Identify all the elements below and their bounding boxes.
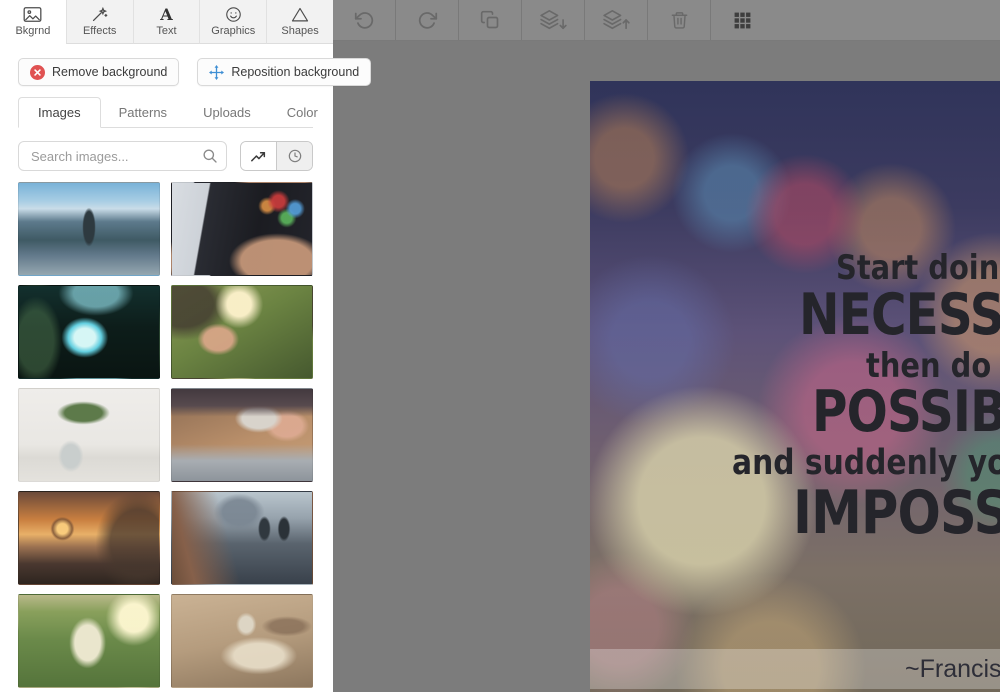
tab-text-label: Text xyxy=(156,25,177,37)
search-box xyxy=(18,141,227,171)
layers-up-icon xyxy=(603,10,630,30)
bring-forward-button[interactable] xyxy=(585,0,648,40)
layers-down-icon xyxy=(540,10,567,30)
triangle-icon xyxy=(291,7,309,22)
panel-tab-bar: Bkgrnd Effects A Text Graphics Shapes xyxy=(0,0,333,44)
redo-button[interactable] xyxy=(396,0,459,40)
trending-icon xyxy=(250,151,265,161)
image-thumbnail[interactable] xyxy=(18,285,160,379)
tab-bkgrnd[interactable]: Bkgrnd xyxy=(0,0,66,44)
tab-effects[interactable]: Effects xyxy=(65,0,133,44)
remove-background-button[interactable]: Remove background xyxy=(18,58,180,86)
duplicate-icon xyxy=(480,10,499,29)
search-input[interactable] xyxy=(18,141,227,171)
top-toolbar xyxy=(333,0,1000,41)
quote-line-5[interactable]: and suddenly you a xyxy=(732,446,1000,481)
tab-text[interactable]: A Text xyxy=(132,0,200,44)
redo-icon xyxy=(418,11,437,29)
background-panel: Remove background Reposition background … xyxy=(0,44,372,688)
attribution-text[interactable]: ~Francis of A xyxy=(905,655,1000,684)
delete-button[interactable] xyxy=(648,0,711,40)
remove-background-label: Remove background xyxy=(52,65,168,79)
recent-filter-button[interactable] xyxy=(276,142,312,170)
reposition-background-label: Reposition background xyxy=(231,65,360,79)
tab-effects-label: Effects xyxy=(82,25,117,37)
background-actions: Remove background Reposition background xyxy=(18,58,372,86)
search-row xyxy=(18,141,313,171)
image-thumbnail[interactable] xyxy=(18,182,160,276)
templates-grid-button[interactable] xyxy=(711,0,774,40)
tab-color[interactable]: Color xyxy=(269,98,336,127)
app-window: Start doing w NECESS then do w POSSIB an… xyxy=(0,0,1000,692)
send-backward-button[interactable] xyxy=(522,0,585,40)
attribution-band: ~Francis of A xyxy=(590,649,1000,689)
tab-graphics[interactable]: Graphics xyxy=(199,0,267,44)
image-thumbnail[interactable] xyxy=(171,594,313,688)
design-canvas[interactable]: Start doing w NECESS then do w POSSIB an… xyxy=(590,81,1000,692)
quote-line-6[interactable]: IMPOSSI xyxy=(793,483,1000,543)
image-thumbnail[interactable] xyxy=(18,491,160,585)
image-thumbnail[interactable] xyxy=(18,594,160,688)
trash-icon xyxy=(671,12,687,29)
image-filter-group xyxy=(239,141,313,171)
duplicate-button[interactable] xyxy=(459,0,522,40)
undo-button[interactable] xyxy=(333,0,396,40)
reposition-background-button[interactable]: Reposition background xyxy=(197,58,372,86)
move-icon xyxy=(209,64,225,80)
search-icon[interactable] xyxy=(202,148,218,164)
magic-wand-icon xyxy=(93,6,108,22)
quote-line-3[interactable]: then do w xyxy=(866,349,1000,383)
image-results-grid xyxy=(18,182,313,688)
grid-icon xyxy=(734,12,751,28)
clock-icon xyxy=(288,149,301,163)
tab-patterns[interactable]: Patterns xyxy=(101,98,185,127)
image-thumbnail[interactable] xyxy=(18,388,160,482)
tab-bkgrnd-label: Bkgrnd xyxy=(15,25,51,37)
tab-shapes[interactable]: Shapes xyxy=(266,0,333,44)
letter-a-icon: A xyxy=(160,5,173,24)
quote-line-4[interactable]: POSSIB xyxy=(812,384,1000,441)
image-thumbnail[interactable] xyxy=(171,182,313,276)
tab-uploads[interactable]: Uploads xyxy=(185,98,269,127)
quote-line-1[interactable]: Start doing w xyxy=(836,251,1000,285)
undo-icon xyxy=(354,11,373,29)
source-tab-bar: Images Patterns Uploads Color xyxy=(18,97,318,128)
tab-images[interactable]: Images xyxy=(18,97,101,128)
quote-line-2[interactable]: NECESS xyxy=(799,287,1000,344)
image-icon xyxy=(23,7,42,22)
tab-graphics-label: Graphics xyxy=(211,25,256,37)
image-thumbnail[interactable] xyxy=(171,388,313,482)
smiley-icon xyxy=(225,7,241,22)
workspace: Start doing w NECESS then do w POSSIB an… xyxy=(333,42,1000,692)
tab-shapes-label: Shapes xyxy=(281,25,319,37)
sidebar: Bkgrnd Effects A Text Graphics Shapes Re… xyxy=(0,0,372,692)
image-thumbnail[interactable] xyxy=(171,285,313,379)
remove-circle-icon xyxy=(30,64,45,80)
trending-filter-button[interactable] xyxy=(240,142,277,170)
image-thumbnail[interactable] xyxy=(171,491,313,585)
